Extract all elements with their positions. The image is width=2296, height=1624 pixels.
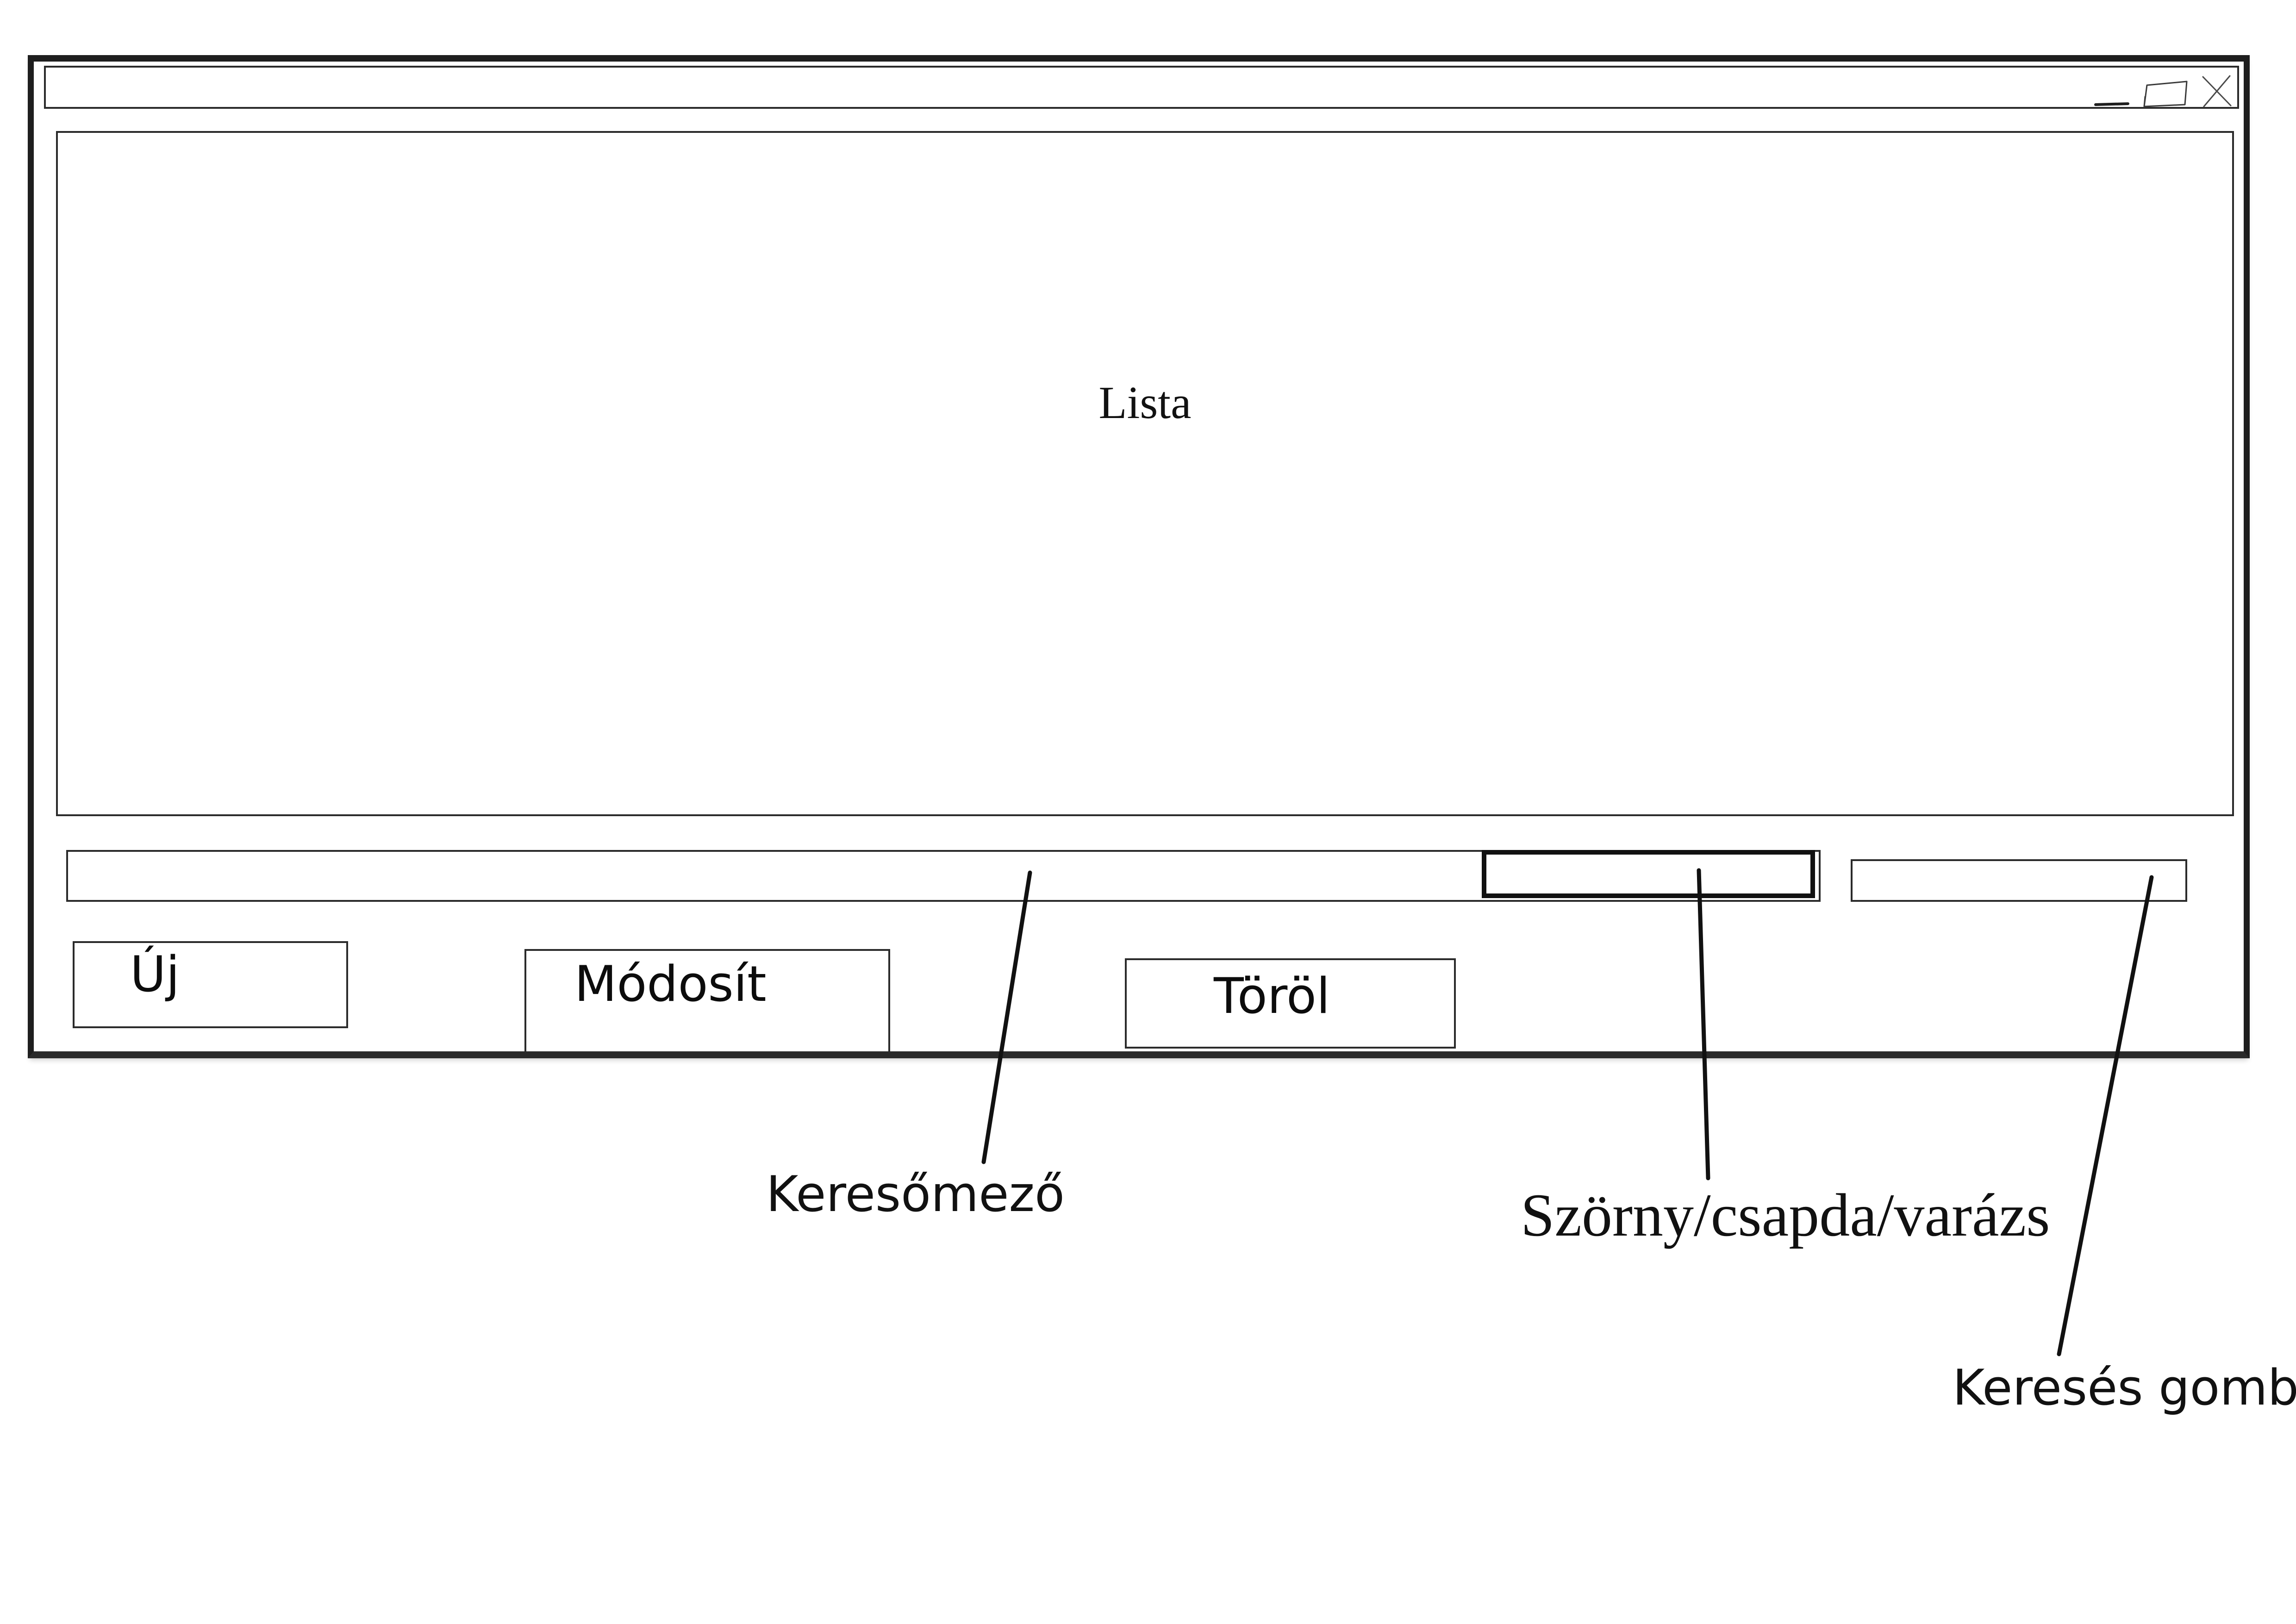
type-select[interactable] — [1482, 850, 1815, 898]
new-button[interactable]: Új — [73, 941, 348, 1028]
maximize-icon[interactable] — [2140, 72, 2191, 108]
list-area[interactable]: Lista — [56, 131, 2234, 816]
annotation-search-button: Keresés gomb — [1953, 1359, 2296, 1416]
annotation-type-select: Szörny/csapda/varázs — [1521, 1181, 2050, 1249]
delete-button[interactable]: Töröl — [1125, 958, 1456, 1049]
search-button[interactable] — [1851, 859, 2187, 902]
app-window: Lista Új Módosít Töröl — [28, 55, 2250, 1058]
close-icon[interactable] — [2198, 72, 2235, 108]
list-label: Lista — [1098, 377, 1192, 428]
title-bar — [44, 66, 2239, 109]
annotation-search-field: Keresőmező — [766, 1166, 1065, 1223]
modify-button[interactable]: Módosít — [524, 949, 890, 1053]
minimize-icon[interactable] — [2092, 72, 2134, 108]
